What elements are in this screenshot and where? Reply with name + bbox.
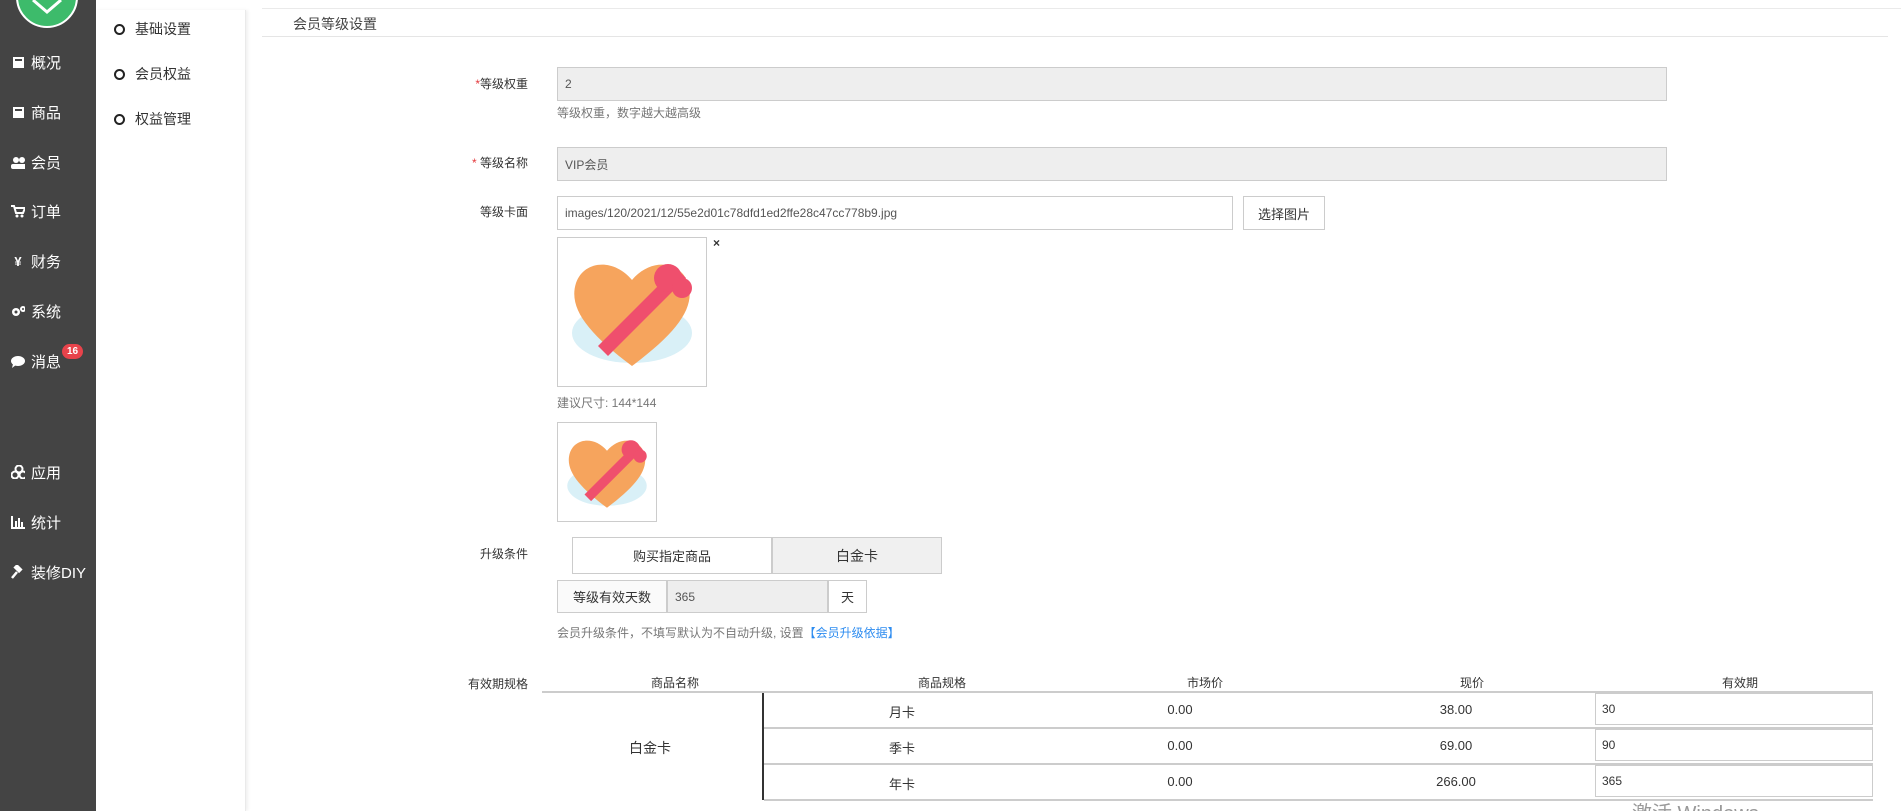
page-title: 会员等级设置 bbox=[293, 16, 377, 32]
table-row-spec: 年卡 bbox=[888, 777, 915, 792]
secondary-menu: 基础设置 会员权益 权益管理 bbox=[96, 10, 246, 811]
radio-circle-icon bbox=[114, 23, 125, 35]
required-mark: * bbox=[471, 156, 477, 170]
table-row-spec: 季卡 bbox=[888, 741, 915, 756]
gift-heart-image bbox=[572, 264, 692, 366]
sidebar-item-label: 财务 bbox=[31, 253, 62, 271]
logo[interactable] bbox=[16, 0, 78, 28]
title-divider bbox=[262, 36, 1888, 37]
goods-icon bbox=[11, 105, 25, 119]
gavel-icon bbox=[11, 565, 25, 579]
table-row-market-price: 0.00 bbox=[1167, 774, 1193, 789]
sidebar-item-system[interactable]: 系统 bbox=[0, 296, 96, 326]
level-name-input[interactable]: VIP会员 bbox=[557, 147, 1667, 181]
card-image-preview bbox=[557, 237, 707, 387]
sidebar-item-label: 应用 bbox=[31, 464, 62, 482]
message-count-badge: 16 bbox=[62, 344, 84, 359]
submenu-item-basic-settings[interactable]: 基础设置 bbox=[114, 18, 191, 40]
sidebar-item-label: 会员 bbox=[31, 154, 62, 172]
sidebar-item-label: 装修DIY bbox=[31, 564, 87, 582]
table-row-market-price: 0.00 bbox=[1167, 738, 1193, 753]
sidebar-item-members[interactable]: 会员 bbox=[0, 147, 96, 177]
windows-activation-watermark: 激活 Windows bbox=[1632, 797, 1759, 811]
members-icon bbox=[11, 155, 25, 169]
sidebar-item-finance[interactable]: ¥ 财务 bbox=[0, 246, 96, 276]
product-name-cell: 白金卡 bbox=[629, 740, 671, 756]
chat-icon bbox=[11, 354, 25, 368]
main-sidebar: 概况 商品 会员 订单 ¥ 财务 系统 消息 16 应用 统计 装修DIY bbox=[0, 0, 96, 811]
name-label: * 等级名称 bbox=[471, 156, 528, 170]
upgrade-type-option[interactable]: 购买指定商品 bbox=[572, 537, 772, 574]
sidebar-item-apps[interactable]: 应用 bbox=[0, 457, 96, 487]
sidebar-item-label: 统计 bbox=[31, 514, 62, 532]
sidebar-item-label: 概况 bbox=[31, 54, 62, 72]
valid-days-addon: 等级有效天数 bbox=[557, 580, 667, 613]
table-row-price: 69.00 bbox=[1439, 738, 1473, 753]
submenu-item-rights-management[interactable]: 权益管理 bbox=[114, 108, 191, 130]
valid-days-row-input[interactable]: 90 bbox=[1595, 729, 1873, 761]
radio-circle-icon bbox=[114, 113, 125, 125]
table-header: 市场价 bbox=[1186, 676, 1223, 690]
sidebar-item-label: 订单 bbox=[31, 203, 62, 221]
submenu-item-label: 会员权益 bbox=[135, 66, 191, 82]
image-size-hint: 建议尺寸: 144*144 bbox=[557, 396, 657, 410]
submenu-item-member-rights[interactable]: 会员权益 bbox=[114, 63, 191, 85]
sidebar-item-label: 系统 bbox=[31, 303, 62, 321]
upgrade-help: 会员升级条件，不填写默认为不自动升级, 设置【会员升级依据】 bbox=[557, 626, 900, 640]
weight-label: *等级权重 bbox=[475, 77, 528, 91]
sidebar-item-orders[interactable]: 订单 bbox=[0, 196, 96, 226]
radio-circle-icon bbox=[114, 68, 125, 80]
sidebar-item-messages[interactable]: 消息 16 bbox=[0, 344, 96, 376]
yen-icon: ¥ bbox=[14, 253, 22, 269]
submenu-item-label: 基础设置 bbox=[135, 21, 191, 37]
specs-label: 有效期规格 bbox=[467, 677, 528, 691]
sidebar-item-decorate[interactable]: 装修DIY bbox=[0, 557, 96, 587]
sidebar-item-goods[interactable]: 商品 bbox=[0, 97, 96, 127]
weight-input[interactable]: 2 bbox=[557, 67, 1667, 101]
submenu-item-label: 权益管理 bbox=[135, 111, 191, 127]
remove-image-button[interactable]: × bbox=[713, 236, 720, 250]
table-row-market-price: 0.00 bbox=[1167, 702, 1193, 717]
valid-days-input[interactable]: 365 bbox=[667, 580, 828, 613]
sidebar-item-stats[interactable]: 统计 bbox=[0, 507, 96, 537]
top-divider bbox=[262, 8, 1901, 9]
table-header: 商品规格 bbox=[917, 676, 966, 690]
weight-help: 等级权重，数字越大越高级 bbox=[557, 106, 702, 120]
table-header: 现价 bbox=[1459, 676, 1484, 690]
table-header: 商品名称 bbox=[650, 676, 699, 690]
table-column-divider bbox=[762, 693, 764, 800]
bar-chart-icon bbox=[11, 515, 25, 529]
sidebar-item-overview[interactable]: 概况 bbox=[0, 47, 96, 77]
overview-icon bbox=[11, 55, 25, 69]
sidebar-item-label: 消息 bbox=[31, 353, 62, 371]
valid-days-row-input[interactable]: 30 bbox=[1595, 693, 1873, 725]
gears-icon bbox=[11, 304, 25, 318]
table-row-price: 266.00 bbox=[1436, 774, 1476, 789]
card-path-input[interactable]: images/120/2021/12/55e2d01c78dfd1ed2ffe2… bbox=[557, 196, 1233, 230]
cart-icon bbox=[11, 204, 25, 218]
valid-days-unit: 天 bbox=[828, 580, 867, 613]
card-image-small-preview bbox=[557, 422, 657, 522]
upgrade-basis-link[interactable]: 【会员升级依据】 bbox=[804, 626, 900, 640]
table-row-spec: 月卡 bbox=[888, 705, 915, 720]
gift-heart-image bbox=[567, 440, 647, 508]
table-row-price: 38.00 bbox=[1439, 702, 1473, 717]
valid-days-row-input[interactable]: 365 bbox=[1595, 765, 1873, 797]
select-image-button[interactable]: 选择图片 bbox=[1243, 196, 1325, 230]
table-header: 有效期 bbox=[1721, 676, 1758, 690]
upgrade-product-select[interactable]: 白金卡 bbox=[772, 537, 942, 574]
apps-icon bbox=[11, 465, 25, 479]
card-label: 等级卡面 bbox=[479, 205, 528, 219]
upgrade-label: 升级条件 bbox=[479, 547, 528, 561]
sidebar-item-label: 商品 bbox=[31, 104, 62, 122]
